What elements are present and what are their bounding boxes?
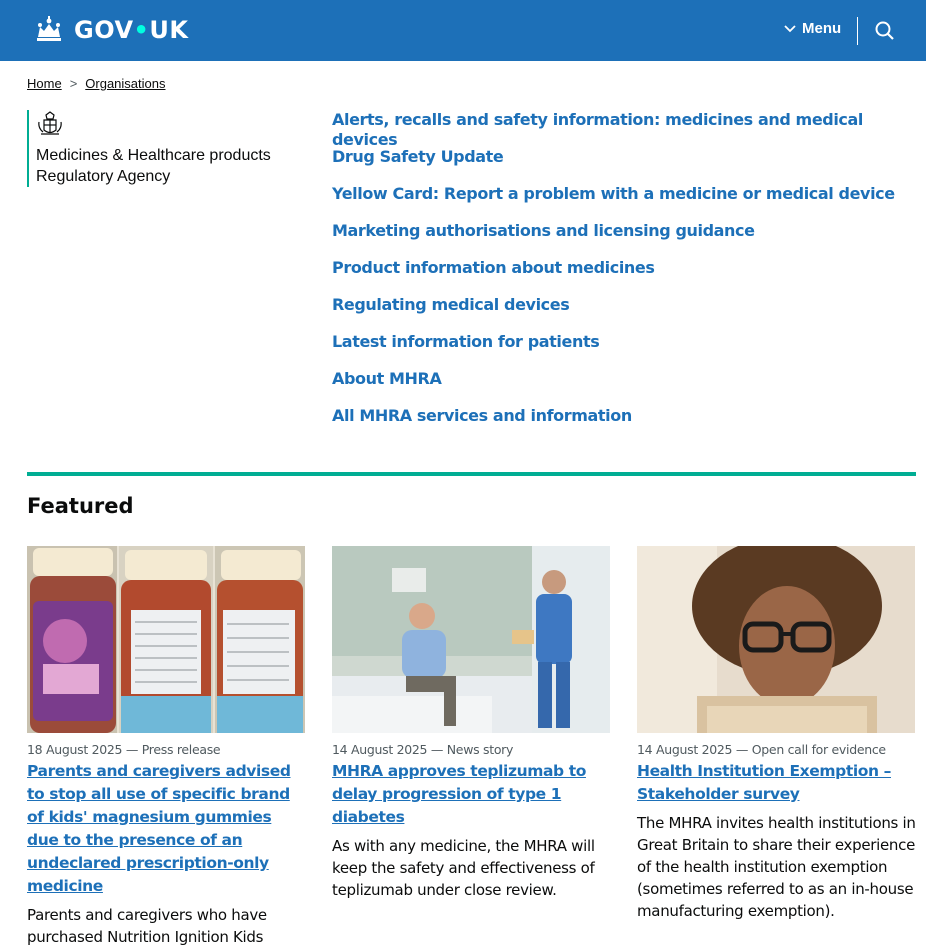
logo-text: GOV•UK [74,16,189,44]
card-meta: 14 August 2025 — Open call for evidence [637,742,886,757]
link-drug-safety-update[interactable]: Drug Safety Update [332,147,504,166]
govuk-logo[interactable]: GOV•UK [34,14,188,46]
card-title-link[interactable]: MHRA approves teplizumab to delay progre… [332,760,612,829]
menu-label: Menu [802,20,842,37]
card-description: Parents and caregivers who have purchase… [27,906,267,946]
woman-with-glasses-image[interactable] [637,546,915,733]
list-item: Drug Safety Update [332,147,926,184]
crown-icon [37,16,61,41]
link-marketing-authorisations[interactable]: Marketing authorisations and licensing g… [332,221,755,240]
featured-card: 14 August 2025 — Open call for evidence … [637,546,917,922]
section-divider [27,472,916,476]
list-item: Regulating medical devices [332,295,926,332]
link-product-information[interactable]: Product information about medicines [332,258,655,277]
card-description: As with any medicine, the MHRA will keep… [332,837,595,899]
quick-links-list: Alerts, recalls and safety information: … [332,110,926,443]
list-item: Marketing authorisations and licensing g… [332,221,926,258]
breadcrumb: Home > Organisations [27,76,166,91]
chevron-down-icon [784,24,796,32]
link-alerts-recalls[interactable]: Alerts, recalls and safety information: … [332,110,863,149]
link-yellow-card[interactable]: Yellow Card: Report a problem with a med… [332,184,895,203]
link-patients-info[interactable]: Latest information for patients [332,332,600,351]
list-item: Alerts, recalls and safety information: … [332,110,926,149]
organisation-name: Medicines & Healthcare products Regulato… [36,147,271,185]
list-item: Yellow Card: Report a problem with a med… [332,184,926,221]
link-all-services[interactable]: All MHRA services and information [332,406,632,425]
breadcrumb-organisations[interactable]: Organisations [85,76,165,91]
list-item: About MHRA [332,369,926,406]
organisation-logo: Medicines & Healthcare products Regulato… [27,110,317,187]
card-title-link[interactable]: Parents and caregivers advised to stop a… [27,760,307,898]
link-about-mhra[interactable]: About MHRA [332,369,442,388]
header-divider [857,17,858,45]
search-icon[interactable] [872,18,898,44]
site-header: GOV•UK Menu [0,0,926,61]
list-item: Product information about medicines [332,258,926,295]
menu-button[interactable]: Menu [784,20,841,37]
featured-card: 14 August 2025 — News story MHRA approve… [332,546,612,901]
link-regulating-devices[interactable]: Regulating medical devices [332,295,570,314]
featured-heading: Featured [27,494,134,518]
card-title-link[interactable]: Health Institution Exemption – Stakehold… [637,760,917,806]
list-item: Latest information for patients [332,332,926,369]
patient-clinician-image[interactable] [332,546,610,733]
magnesium-gummies-image[interactable] [27,546,305,733]
breadcrumb-chevron-icon: > [69,76,78,91]
breadcrumb-home[interactable]: Home [27,76,62,91]
featured-card: 18 August 2025 — Press release Parents a… [27,546,307,950]
card-description: The MHRA invites health institutions in … [637,814,916,920]
list-item: All MHRA services and information [332,406,926,443]
royal-crest-icon [38,111,62,135]
card-meta: 18 August 2025 — Press release [27,742,221,757]
card-meta: 14 August 2025 — News story [332,742,514,757]
